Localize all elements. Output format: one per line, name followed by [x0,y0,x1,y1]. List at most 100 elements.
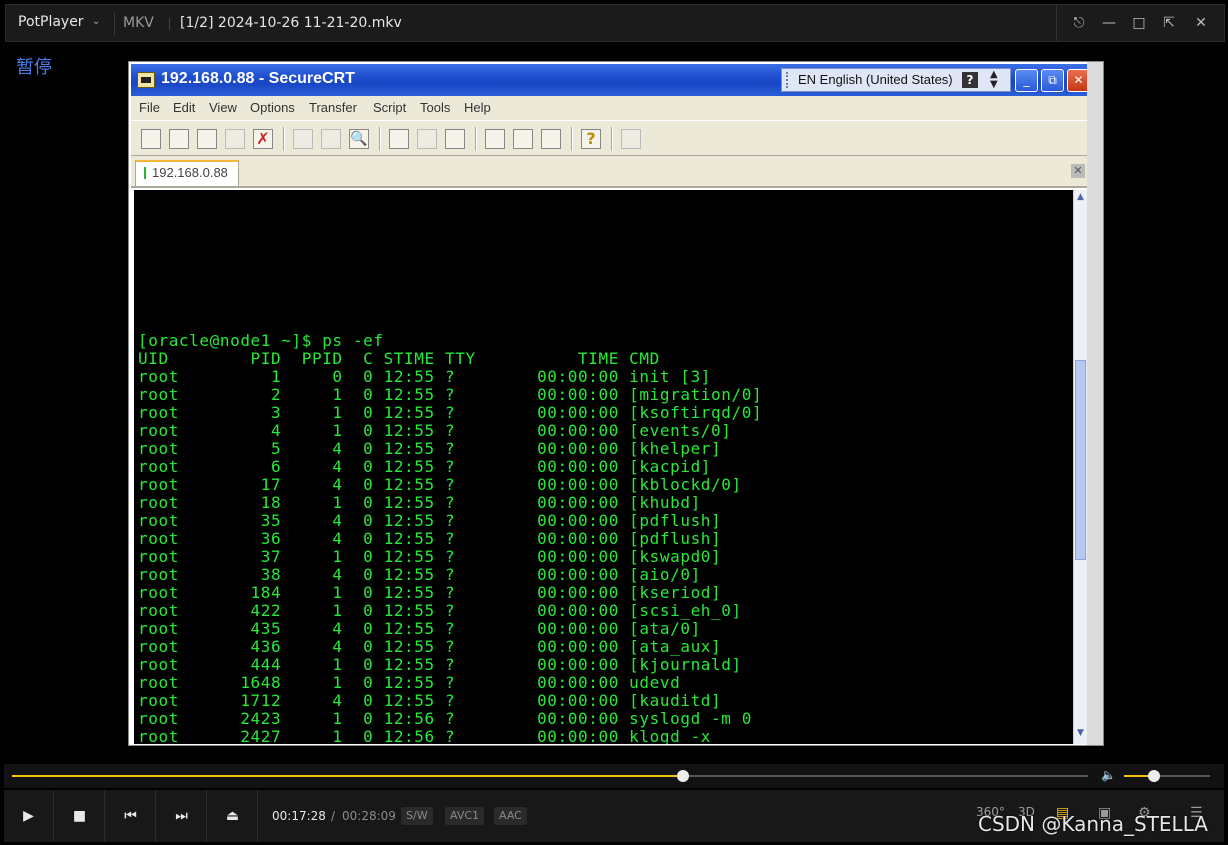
restore-icon: ⧉ [1041,69,1064,92]
file-title: [1/2] 2024-10-26 11-21-20.mkv [180,15,402,31]
player-titlebar-inner: PotPlayer ⌄ MKV [1/2] 2024-10-26 11-21-2… [5,4,1225,42]
session-tab-label: 192.168.0.88 [152,165,228,180]
terminal-process-line: root 184 1 0 12:55 ? 00:00:00 [kseriod] [138,583,722,602]
session-tab: 192.168.0.88 [135,160,239,186]
app-menu-button[interactable]: PotPlayer [18,14,84,30]
eject-icon: ⏏ [225,808,240,824]
divider [611,127,613,151]
terminal-process-line: root 3 1 0 12:55 ? 00:00:00 [ksoftirqd/0… [138,403,763,422]
current-time[interactable]: 00:17:28 [272,809,326,823]
terminal-process-line: root 2 1 0 12:55 ? 00:00:00 [migration/0… [138,385,763,404]
window-edge [1087,62,1103,745]
video-frame-securecrt-window: 192.168.0.88 - SecureCRT EN English (Uni… [128,61,1104,746]
video-codec-badge[interactable]: AVC1 [445,807,485,825]
keymap-icon [541,129,561,149]
volume-handle[interactable] [1148,770,1161,782]
terminal-process-line: root 1 0 0 12:55 ? 00:00:00 init [3] [138,367,712,386]
previous-button[interactable]: ⏮ [106,790,156,842]
securecrt-menubar: File Edit View Options Transfer Script T… [131,96,1087,120]
menu-edit: Edit [173,100,196,115]
terminal-header-line: UID PID PPID C STIME TTY TIME CMD [138,349,660,368]
next-icon: ⏭ [175,808,188,824]
divider [114,13,115,35]
help-icon: ? [581,129,601,149]
securecrt-toolbar: ✗ 🔍 ? [131,120,1087,156]
divider [571,127,573,151]
language-bar: EN English (United States) ? ▲ ▼ [781,68,1011,92]
disconnect-icon: ✗ [253,129,273,149]
minimize-icon[interactable]: — [1099,13,1119,33]
menu-file: File [139,100,160,115]
find-icon: 🔍 [349,129,369,149]
terminal-process-line: root 6 4 0 12:55 ? 00:00:00 [kacpid] [138,457,712,476]
terminal-scrollbar: ▲ ▼ [1073,190,1087,744]
connect-tab-icon [197,129,217,149]
divider [475,127,477,151]
divider [379,127,381,151]
terminal-process-line: root 35 4 0 12:55 ? 00:00:00 [pdflush] [138,511,722,530]
stop-icon: ■ [72,808,87,824]
fullscreen-icon[interactable]: ⇱ [1159,13,1179,33]
stop-button[interactable]: ■ [55,790,105,842]
menu-view: View [209,100,237,115]
file-format-label: MKV [123,15,154,31]
menu-help: Help [464,100,491,115]
close-tab-icon: ✕ [1071,164,1085,178]
terminal-output: [oracle@node1 ~]$ ps -ef UID PID PPID C S… [134,190,1073,744]
session-options-icon [485,129,505,149]
maximize-icon[interactable]: □ [1129,13,1149,33]
language-label: EN English (United States) [798,72,953,87]
play-icon: ▶ [23,808,34,824]
copy-icon [293,129,313,149]
audio-codec-badge[interactable]: AAC [494,807,527,825]
minimize-icon: _ [1015,69,1038,92]
scroll-down-icon: ▼ [1077,728,1084,738]
chevron-down-icon[interactable]: ⌄ [92,16,100,27]
eject-button[interactable]: ⏏ [208,790,258,842]
terminal-process-line: root 2423 1 0 12:56 ? 00:00:00 syslogd -… [138,709,752,728]
terminal-process-line: root 18 1 0 12:55 ? 00:00:00 [khubd] [138,493,701,512]
paused-indicator: 暂停 [16,57,52,78]
volume-slider[interactable] [1124,770,1210,782]
divider [283,127,285,151]
securecrt-title: 192.168.0.88 - SecureCRT [161,70,355,87]
terminal-process-line: root 4 1 0 12:55 ? 00:00:00 [events/0] [138,421,732,440]
terminal-process-line: root 17 4 0 12:55 ? 00:00:00 [kblockd/0] [138,475,742,494]
terminal-process-line: root 5 4 0 12:55 ? 00:00:00 [khelper] [138,439,722,458]
menu-transfer: Transfer [309,100,357,115]
player-titlebar: PotPlayer ⌄ MKV [1/2] 2024-10-26 11-21-2… [0,0,1228,44]
previous-icon: ⏮ [124,808,137,824]
divider [1056,5,1057,41]
next-button[interactable]: ⏭ [157,790,207,842]
terminal-process-line: root 444 1 0 12:55 ? 00:00:00 [kjournald… [138,655,742,674]
chevron-updown-icon: ▲ ▼ [990,69,998,90]
decoder-badge[interactable]: S/W [401,807,433,825]
divider [169,18,170,30]
seek-bar[interactable] [12,770,1088,782]
watermark: CSDN @Kanna_STELLA [978,812,1208,836]
connect-icon [141,129,161,149]
securecrt-titlebar: 192.168.0.88 - SecureCRT EN English (Uni… [131,64,1090,96]
paste-icon [321,129,341,149]
pin-icon[interactable]: ⎋ [1069,13,1089,33]
seek-area: 🔈 [4,764,1224,788]
total-time[interactable]: 00:28:09 [342,809,396,823]
terminal-process-line: root 2427 1 0 12:56 ? 00:00:00 klogd -x [138,727,712,745]
seek-handle[interactable] [676,770,689,782]
terminal-process-line: root 422 1 0 12:55 ? 00:00:00 [scsi_eh_0… [138,601,742,620]
seek-progress [12,775,683,777]
terminal-process-line: root 37 1 0 12:55 ? 00:00:00 [kswapd0] [138,547,722,566]
global-options-icon [513,129,533,149]
terminal-icon [137,72,155,88]
help-icon: ? [962,72,978,88]
close-icon[interactable]: ✕ [1191,13,1211,33]
scroll-thumb [1075,360,1086,560]
grip-icon [786,72,789,88]
terminal-process-line: root 1712 4 0 12:55 ? 00:00:00 [kauditd] [138,691,722,710]
terminal-process-line: root 436 4 0 12:55 ? 00:00:00 [ata_aux] [138,637,722,656]
time-separator: / [331,809,336,823]
terminal-process-line: root 1648 1 0 12:55 ? 00:00:00 udevd [138,673,681,692]
volume-icon[interactable]: 🔈 [1101,768,1116,782]
play-button[interactable]: ▶ [4,790,54,842]
status-indicator-icon [144,167,146,179]
